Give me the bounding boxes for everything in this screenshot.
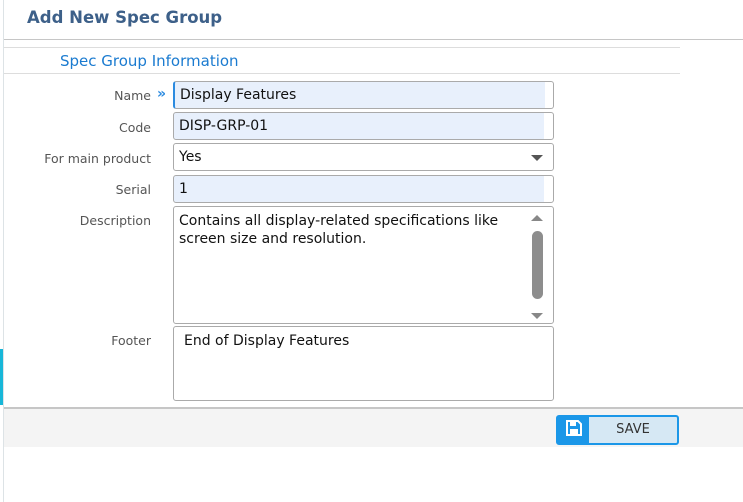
scroll-thumb[interactable] (532, 231, 543, 299)
serial-input[interactable]: 1 (173, 175, 554, 203)
section-title: Spec Group Information (60, 52, 239, 70)
footer-label: Footer (111, 333, 151, 348)
scroll-up-icon[interactable] (531, 215, 543, 221)
save-button[interactable]: SAVE (556, 415, 679, 445)
main-product-select[interactable]: Yes (173, 143, 554, 171)
serial-label: Serial (115, 182, 151, 197)
section-header: Spec Group Information (4, 47, 680, 74)
page-header: Add New Spec Group (4, 0, 743, 40)
name-input[interactable]: Display Features (173, 81, 554, 109)
description-label: Description (79, 213, 151, 228)
code-input[interactable]: DISP-GRP-01 (173, 112, 554, 140)
name-label: Name (114, 88, 151, 103)
description-textarea[interactable]: Contains all display-related specificati… (173, 206, 554, 324)
chevron-down-icon[interactable] (531, 155, 543, 161)
scroll-down-icon[interactable] (531, 313, 543, 319)
double-chevron-right-icon: » (157, 86, 167, 102)
description-text: Contains all display-related specificati… (179, 213, 499, 247)
code-label: Code (118, 120, 151, 135)
page-title: Add New Spec Group (27, 8, 223, 27)
main-product-value: Yes (179, 149, 202, 165)
floppy-disk-icon (558, 417, 589, 443)
footer-textarea[interactable]: End of Display Features (173, 326, 554, 401)
accent-bar (0, 349, 3, 405)
main-product-label: For main product (44, 151, 151, 166)
scrollbar[interactable] (529, 211, 545, 319)
save-label: SAVE (616, 422, 650, 437)
